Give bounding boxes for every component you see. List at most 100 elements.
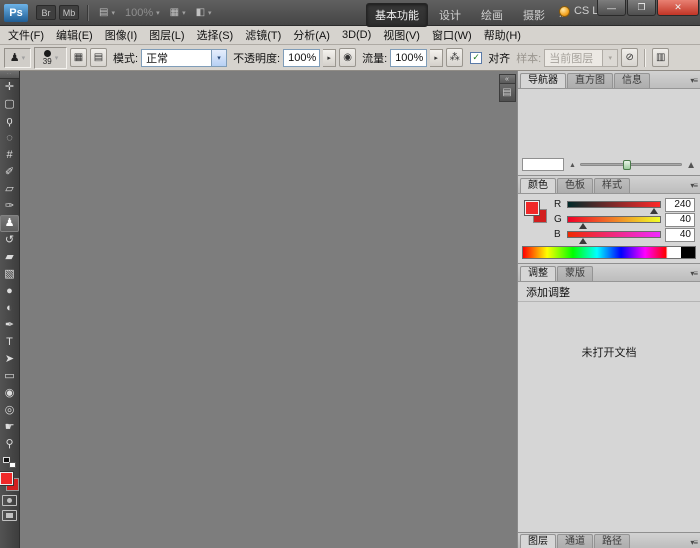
- menu-layer[interactable]: 图层(L): [143, 25, 190, 45]
- eraser-tool[interactable]: ▰: [0, 249, 19, 266]
- blue-slider-thumb[interactable]: [579, 238, 587, 244]
- navigator-zoom-slider[interactable]: [580, 163, 682, 166]
- minimize-button[interactable]: —: [597, 0, 626, 16]
- dodge-tool[interactable]: ◐: [0, 300, 19, 317]
- tab-info[interactable]: 信息: [614, 73, 650, 88]
- expand-panels-button[interactable]: «: [499, 74, 516, 83]
- tab-channels[interactable]: 通道: [557, 534, 593, 548]
- panel-foreground-swatch[interactable]: [525, 201, 539, 215]
- arrange-documents-button[interactable]: ▦ ▾: [165, 5, 191, 20]
- tab-styles[interactable]: 样式: [594, 178, 630, 193]
- menu-select[interactable]: 选择(S): [191, 25, 240, 45]
- panel-menu-icon[interactable]: ▾≡: [690, 269, 697, 278]
- flow-field[interactable]: 100%: [390, 49, 427, 67]
- menu-edit[interactable]: 编辑(E): [50, 25, 99, 45]
- lasso-tool[interactable]: ϙ: [0, 113, 19, 130]
- tab-color[interactable]: 颜色: [520, 178, 556, 193]
- crop-tool[interactable]: #: [0, 147, 19, 164]
- 3d-rotate-tool[interactable]: ◉: [0, 385, 19, 402]
- toggle-clone-source-panel-button[interactable]: ▤: [90, 48, 107, 67]
- hand-tool[interactable]: ☛: [0, 419, 19, 436]
- green-slider-thumb[interactable]: [579, 223, 587, 229]
- navigator-zoom-slider-thumb[interactable]: [623, 160, 631, 170]
- tab-masks[interactable]: 蒙版: [557, 266, 593, 281]
- screen-mode-button[interactable]: ◧ ▾: [191, 5, 217, 20]
- panel-menu-icon[interactable]: ▾≡: [690, 76, 697, 85]
- move-tool[interactable]: ✛: [0, 79, 19, 96]
- tool-preset-picker[interactable]: ♟ ▾: [4, 48, 31, 68]
- navigator-zoom-field[interactable]: [522, 158, 564, 171]
- tab-adjustments[interactable]: 调整: [520, 266, 556, 281]
- blur-tool[interactable]: ●: [0, 283, 19, 300]
- history-brush-tool[interactable]: ↺: [0, 232, 19, 249]
- sample-select[interactable]: 当前图层 ▾: [544, 49, 618, 67]
- panel-menu-icon[interactable]: ▾≡: [690, 181, 697, 190]
- workspace-painting-button[interactable]: 绘画: [472, 3, 512, 27]
- brush-preset-picker[interactable]: 39 ▾: [34, 47, 67, 69]
- tab-swatches[interactable]: 色板: [557, 178, 593, 193]
- launch-bridge-button[interactable]: Br: [36, 5, 56, 20]
- pressure-opacity-icon[interactable]: ◉: [339, 48, 356, 67]
- canvas-area[interactable]: [20, 71, 497, 548]
- healing-brush-tool[interactable]: ▱: [0, 181, 19, 198]
- menu-file[interactable]: 文件(F): [2, 25, 50, 45]
- panel-menu-icon[interactable]: ▾≡: [690, 538, 697, 547]
- menu-filter[interactable]: 滤镜(T): [239, 25, 287, 45]
- green-slider[interactable]: [567, 216, 661, 223]
- view-extras-button[interactable]: ▤ ▾: [94, 5, 120, 20]
- pen-tool[interactable]: ✒: [0, 317, 19, 334]
- restore-button[interactable]: ❐: [627, 0, 656, 16]
- screen-mode-toggle-button[interactable]: [2, 510, 17, 521]
- menu-help[interactable]: 帮助(H): [478, 25, 527, 45]
- red-value-field[interactable]: 240: [665, 198, 695, 212]
- zoom-in-icon[interactable]: ▲: [686, 161, 696, 171]
- red-slider[interactable]: [567, 201, 661, 208]
- ignore-adjustment-layers-button[interactable]: ⊘: [621, 48, 638, 67]
- blue-value-field[interactable]: 40: [665, 228, 695, 242]
- 3d-orbit-tool[interactable]: ◎: [0, 402, 19, 419]
- menu-image[interactable]: 图像(I): [99, 25, 143, 45]
- zoom-tool[interactable]: ⚲: [0, 436, 19, 453]
- color-spectrum-ramp[interactable]: [522, 246, 696, 259]
- default-colors-icon[interactable]: [3, 457, 16, 468]
- zoom-level-button[interactable]: 100% ▾: [120, 5, 165, 21]
- launch-mini-bridge-button[interactable]: Mb: [59, 5, 79, 20]
- menu-analysis[interactable]: 分析(A): [287, 25, 336, 45]
- brush-tool[interactable]: ✑: [0, 198, 19, 215]
- red-slider-thumb[interactable]: [650, 208, 658, 214]
- tab-paths[interactable]: 路径: [594, 534, 630, 548]
- eyedropper-tool[interactable]: ✐: [0, 164, 19, 181]
- opacity-slider-button[interactable]: ▸: [323, 49, 336, 67]
- quick-mask-button[interactable]: [2, 495, 17, 506]
- flow-slider-button[interactable]: ▸: [430, 49, 443, 67]
- workspace-photography-button[interactable]: 摄影: [514, 3, 554, 27]
- path-selection-tool[interactable]: ➤: [0, 351, 19, 368]
- menu-view[interactable]: 视图(V): [377, 25, 426, 45]
- gradient-tool[interactable]: ▧: [0, 266, 19, 283]
- shape-tool[interactable]: ▭: [0, 368, 19, 385]
- collapsed-panel-button[interactable]: ▤: [499, 83, 516, 102]
- opacity-field[interactable]: 100%: [283, 49, 320, 67]
- blend-mode-select[interactable]: 正常 ▾: [141, 49, 227, 67]
- menu-3d[interactable]: 3D(D): [336, 27, 377, 43]
- quick-selection-tool[interactable]: ◌: [0, 130, 19, 147]
- rectangular-marquee-tool[interactable]: ▢: [0, 96, 19, 113]
- tab-navigator[interactable]: 导航器: [520, 73, 566, 88]
- zoom-out-icon[interactable]: ▲: [569, 162, 576, 169]
- toggle-brush-panel-button[interactable]: ▦: [70, 48, 87, 67]
- tools-panel-grip[interactable]: ∙∙: [0, 71, 19, 79]
- aligned-checkbox[interactable]: ✓: [470, 52, 482, 64]
- tab-histogram[interactable]: 直方图: [567, 73, 613, 88]
- type-tool[interactable]: T: [0, 334, 19, 351]
- menu-window[interactable]: 窗口(W): [426, 25, 478, 45]
- foreground-color-swatch[interactable]: [0, 472, 13, 485]
- clone-stamp-tool[interactable]: ♟: [0, 215, 19, 232]
- green-value-field[interactable]: 40: [665, 213, 695, 227]
- workspace-essentials-button[interactable]: 基本功能: [366, 3, 428, 27]
- airbrush-toggle-icon[interactable]: ⁂: [446, 48, 463, 67]
- workspace-design-button[interactable]: 设计: [430, 3, 470, 27]
- close-button[interactable]: ✕: [657, 0, 699, 16]
- blue-slider[interactable]: [567, 231, 661, 238]
- toggle-brush-panel-icon[interactable]: ▥: [652, 48, 669, 67]
- tab-layers[interactable]: 图层: [520, 534, 556, 548]
